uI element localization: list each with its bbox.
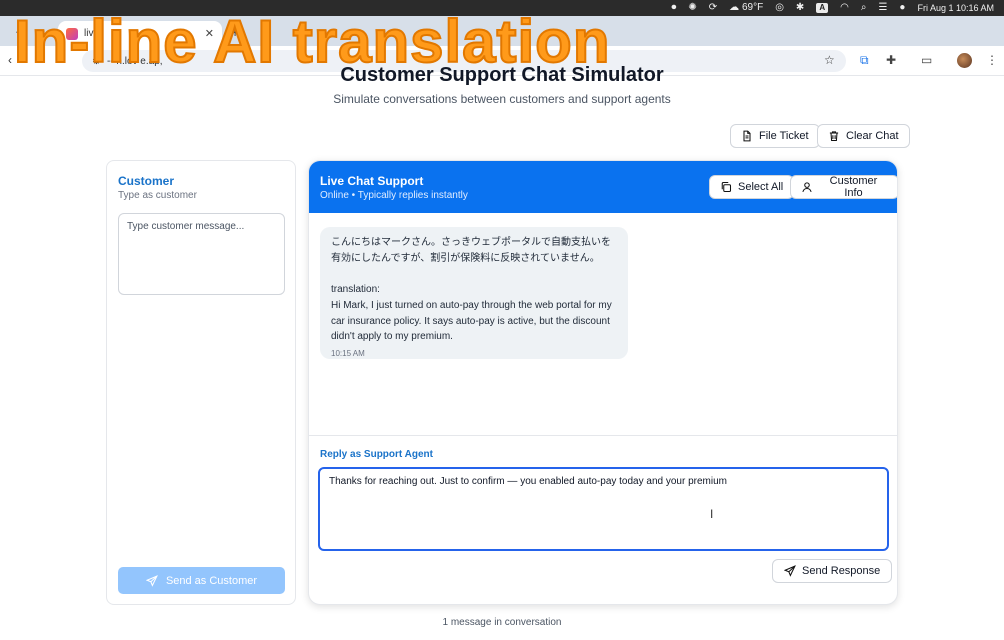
send-as-customer-button[interactable]: Send as Customer [118,567,285,594]
send-response-label: Send Response [802,565,881,577]
input-source-icon[interactable]: A [816,3,829,13]
copy-icon [721,181,732,193]
customer-info-label: Customer Info [829,175,878,199]
clear-chat-button[interactable]: Clear Chat [817,124,910,148]
menubar-clock[interactable]: Fri Aug 1 10:16 AM [917,3,994,13]
control-center-icon[interactable]: ☰ [878,0,887,16]
text-cursor-icon: I [710,507,714,521]
spotlight-icon[interactable]: ⌕ [861,0,867,16]
page-subtitle: Simulate conversations between customers… [333,92,671,106]
chat-title: Live Chat Support [320,174,424,188]
record-icon[interactable]: ⏺ [671,0,676,16]
overlay-caption: In-line AI translation [13,7,611,76]
select-all-label: Select All [738,181,784,193]
message-text: こんにちはマークさん。さっきウェブポータルで自動支払いを有効にしたんですが、割引… [331,237,612,343]
customer-subtitle: Type as customer [118,190,197,201]
chat-header: Live Chat Support Online • Typically rep… [309,161,897,213]
openai-icon[interactable]: ✺ [688,0,696,16]
message-list: こんにちはマークさん。さっきウェブポータルで自動支払いを有効にしたんですが、割引… [309,213,897,435]
customer-panel: Customer Type as customer Send as Custom… [106,160,296,605]
select-all-button[interactable]: Select All [709,175,795,199]
send-response-button[interactable]: Send Response [772,559,893,583]
wifi-icon[interactable]: ◠ [840,0,849,16]
siri-icon[interactable]: ● [899,0,905,16]
file-icon [743,130,751,142]
chat-status: Online • Typically replies instantly [320,190,468,201]
message-count: 1 message in conversation [442,617,562,628]
file-ticket-label: File Ticket [759,130,809,142]
trash-icon [829,131,839,142]
sync-icon[interactable]: ⟳ [709,0,717,16]
user-icon [802,182,812,193]
airdrop-icon[interactable]: ◎ [775,0,784,16]
clear-chat-label: Clear Chat [846,130,899,142]
reply-label: Reply as Support Agent [320,449,433,460]
send-as-customer-label: Send as Customer [165,574,258,587]
reply-area: Reply as Support Agent Thanks for reachi… [309,435,897,604]
customer-title: Customer [118,174,175,188]
weather-icon[interactable]: ☁ 69°F [729,0,763,16]
file-ticket-button[interactable]: File Ticket [730,124,820,148]
weather-temp: 69°F [741,2,764,13]
message-time: 10:15 AM [331,348,365,358]
send-icon [784,565,796,577]
customer-message-bubble[interactable]: こんにちはマークさん。さっきウェブポータルで自動支払いを有効にしたんですが、割引… [320,227,628,359]
customer-message-input[interactable] [118,213,285,295]
customer-info-button[interactable]: Customer Info [790,175,897,199]
reply-input[interactable]: Thanks for reaching out. Just to confirm… [318,467,889,551]
send-icon [145,574,158,587]
bluetooth-icon[interactable]: ✱ [796,0,804,16]
chat-panel: Live Chat Support Online • Typically rep… [308,160,898,605]
